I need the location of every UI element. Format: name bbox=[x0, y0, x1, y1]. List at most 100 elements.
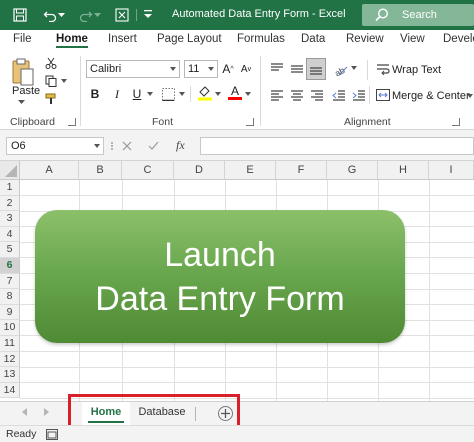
row-header-12[interactable]: 12 bbox=[0, 351, 20, 368]
increase-indent-icon[interactable] bbox=[350, 86, 368, 104]
borders-icon[interactable] bbox=[160, 86, 176, 102]
format-painter-icon[interactable] bbox=[44, 92, 58, 106]
decrease-indent-icon[interactable] bbox=[330, 86, 348, 104]
column-header-c[interactable]: C bbox=[122, 161, 174, 180]
column-header-f[interactable]: F bbox=[276, 161, 327, 180]
ribbon-separator bbox=[260, 56, 261, 126]
clipboard-launcher-icon[interactable] bbox=[68, 118, 76, 126]
align-top-icon[interactable] bbox=[268, 60, 286, 78]
tab-home[interactable]: Home bbox=[56, 33, 88, 48]
qat-more-icon[interactable] bbox=[142, 5, 154, 25]
row-header-14[interactable]: 14 bbox=[0, 382, 20, 399]
cut-icon[interactable] bbox=[44, 56, 58, 70]
align-right-icon[interactable] bbox=[308, 86, 326, 104]
save-icon[interactable] bbox=[10, 5, 30, 25]
row-header-8[interactable]: 8 bbox=[0, 289, 20, 305]
font-size-select[interactable]: 11 bbox=[184, 60, 218, 78]
column-header-d[interactable]: D bbox=[174, 161, 225, 180]
fill-color-icon[interactable] bbox=[196, 84, 214, 102]
row-header-5[interactable]: 5 bbox=[0, 242, 20, 258]
row-header-7[interactable]: 7 bbox=[0, 273, 20, 290]
orientation-dropdown-icon[interactable] bbox=[350, 64, 358, 72]
orientation-icon[interactable]: ab bbox=[332, 60, 350, 78]
column-header-b[interactable]: B bbox=[79, 161, 122, 180]
font-color-dropdown-icon[interactable] bbox=[244, 90, 252, 98]
decrease-font-size-icon[interactable]: Av bbox=[238, 60, 254, 78]
undo-dropdown-icon[interactable] bbox=[56, 5, 66, 25]
column-header-g[interactable]: G bbox=[327, 161, 378, 180]
wrap-text-icon[interactable] bbox=[375, 60, 391, 78]
formula-input[interactable] bbox=[200, 137, 474, 155]
gridline bbox=[20, 367, 474, 368]
column-header-i[interactable]: I bbox=[429, 161, 474, 180]
column-header-a[interactable]: A bbox=[20, 161, 79, 180]
alignment-separator bbox=[369, 86, 370, 104]
enter-icon[interactable] bbox=[148, 141, 159, 151]
underline-icon[interactable]: U bbox=[130, 86, 144, 102]
paste-icon[interactable] bbox=[10, 56, 36, 88]
launch-data-entry-form-button[interactable]: Launch Data Entry Form bbox=[35, 210, 405, 343]
row-header-10[interactable]: 10 bbox=[0, 320, 20, 336]
row-header-6[interactable]: 6 bbox=[0, 258, 20, 274]
font-launcher-icon[interactable] bbox=[246, 118, 254, 126]
gridline bbox=[20, 195, 474, 196]
next-sheet-icon[interactable] bbox=[44, 408, 49, 416]
underline-dropdown-icon[interactable] bbox=[146, 90, 154, 98]
tab-formulas[interactable]: Formulas bbox=[237, 33, 285, 45]
tab-review[interactable]: Review bbox=[346, 33, 384, 45]
row-header-1[interactable]: 1 bbox=[0, 180, 20, 196]
cancel-icon[interactable] bbox=[122, 141, 132, 151]
row-header-3[interactable]: 3 bbox=[0, 211, 20, 227]
select-all-corner[interactable] bbox=[0, 161, 20, 180]
bold-icon[interactable]: B bbox=[88, 86, 102, 102]
merge-center-icon[interactable] bbox=[375, 86, 391, 104]
fill-color-dropdown-icon[interactable] bbox=[214, 90, 222, 98]
name-box[interactable]: O6 bbox=[6, 137, 104, 155]
tab-developer[interactable]: Develo bbox=[443, 33, 474, 45]
copy-dropdown-icon[interactable] bbox=[60, 76, 68, 86]
font-name-select[interactable]: Calibri bbox=[86, 60, 180, 78]
macro-recording-icon[interactable] bbox=[46, 429, 58, 440]
tab-page-layout[interactable]: Page Layout bbox=[157, 33, 222, 45]
tab-data[interactable]: Data bbox=[301, 33, 325, 45]
copy-icon[interactable] bbox=[44, 74, 58, 88]
increase-font-size-icon[interactable]: A ^ bbox=[220, 60, 236, 78]
paste-label[interactable]: Paste bbox=[12, 85, 40, 97]
worksheet-grid[interactable]: A B C D E F G H I 1 2 3 4 5 6 7 8 9 10 1… bbox=[0, 161, 474, 401]
row-header-11[interactable]: 11 bbox=[0, 336, 20, 352]
title-bar: Automated Data Entry Form - Excel Search bbox=[0, 0, 474, 30]
wrap-text-label[interactable]: Wrap Text bbox=[392, 64, 441, 76]
search-box[interactable]: Search bbox=[362, 4, 474, 26]
previous-sheet-icon[interactable] bbox=[22, 408, 27, 416]
row-header-4[interactable]: 4 bbox=[0, 226, 20, 243]
ribbon: Paste Clipboard Calibri 11 A^ Av B I U bbox=[0, 52, 474, 130]
merge-center-dropdown-icon[interactable] bbox=[466, 92, 474, 100]
alignment-separator bbox=[367, 60, 368, 80]
align-bottom-icon[interactable] bbox=[306, 58, 326, 80]
tab-file[interactable]: File bbox=[13, 33, 32, 45]
customize-qat-icon[interactable] bbox=[112, 5, 132, 25]
window-title: Automated Data Entry Form - Excel bbox=[172, 8, 346, 20]
insert-function-icon[interactable]: fx bbox=[176, 138, 185, 153]
font-size-dropdown-icon bbox=[208, 67, 214, 71]
align-middle-icon[interactable] bbox=[288, 60, 306, 78]
font-name-dropdown-icon bbox=[170, 67, 176, 71]
font-color-icon[interactable]: A bbox=[226, 82, 244, 102]
launch-button-line1: Launch bbox=[164, 235, 276, 274]
column-header-e[interactable]: E bbox=[225, 161, 276, 180]
italic-icon[interactable]: I bbox=[110, 86, 124, 102]
row-header-9[interactable]: 9 bbox=[0, 304, 20, 321]
align-center-icon[interactable] bbox=[288, 86, 306, 104]
column-header-h[interactable]: H bbox=[378, 161, 429, 180]
formula-bar: O6 fx bbox=[0, 130, 474, 161]
merge-center-label[interactable]: Merge & Center bbox=[392, 90, 470, 102]
gridline bbox=[20, 351, 474, 352]
row-header-2[interactable]: 2 bbox=[0, 195, 20, 212]
paste-dropdown-icon[interactable] bbox=[16, 98, 26, 106]
tab-view[interactable]: View bbox=[400, 33, 425, 45]
row-header-13[interactable]: 13 bbox=[0, 367, 20, 383]
align-left-icon[interactable] bbox=[268, 86, 286, 104]
borders-dropdown-icon[interactable] bbox=[178, 90, 186, 98]
alignment-launcher-icon[interactable] bbox=[452, 118, 460, 126]
tab-insert[interactable]: Insert bbox=[108, 33, 137, 45]
